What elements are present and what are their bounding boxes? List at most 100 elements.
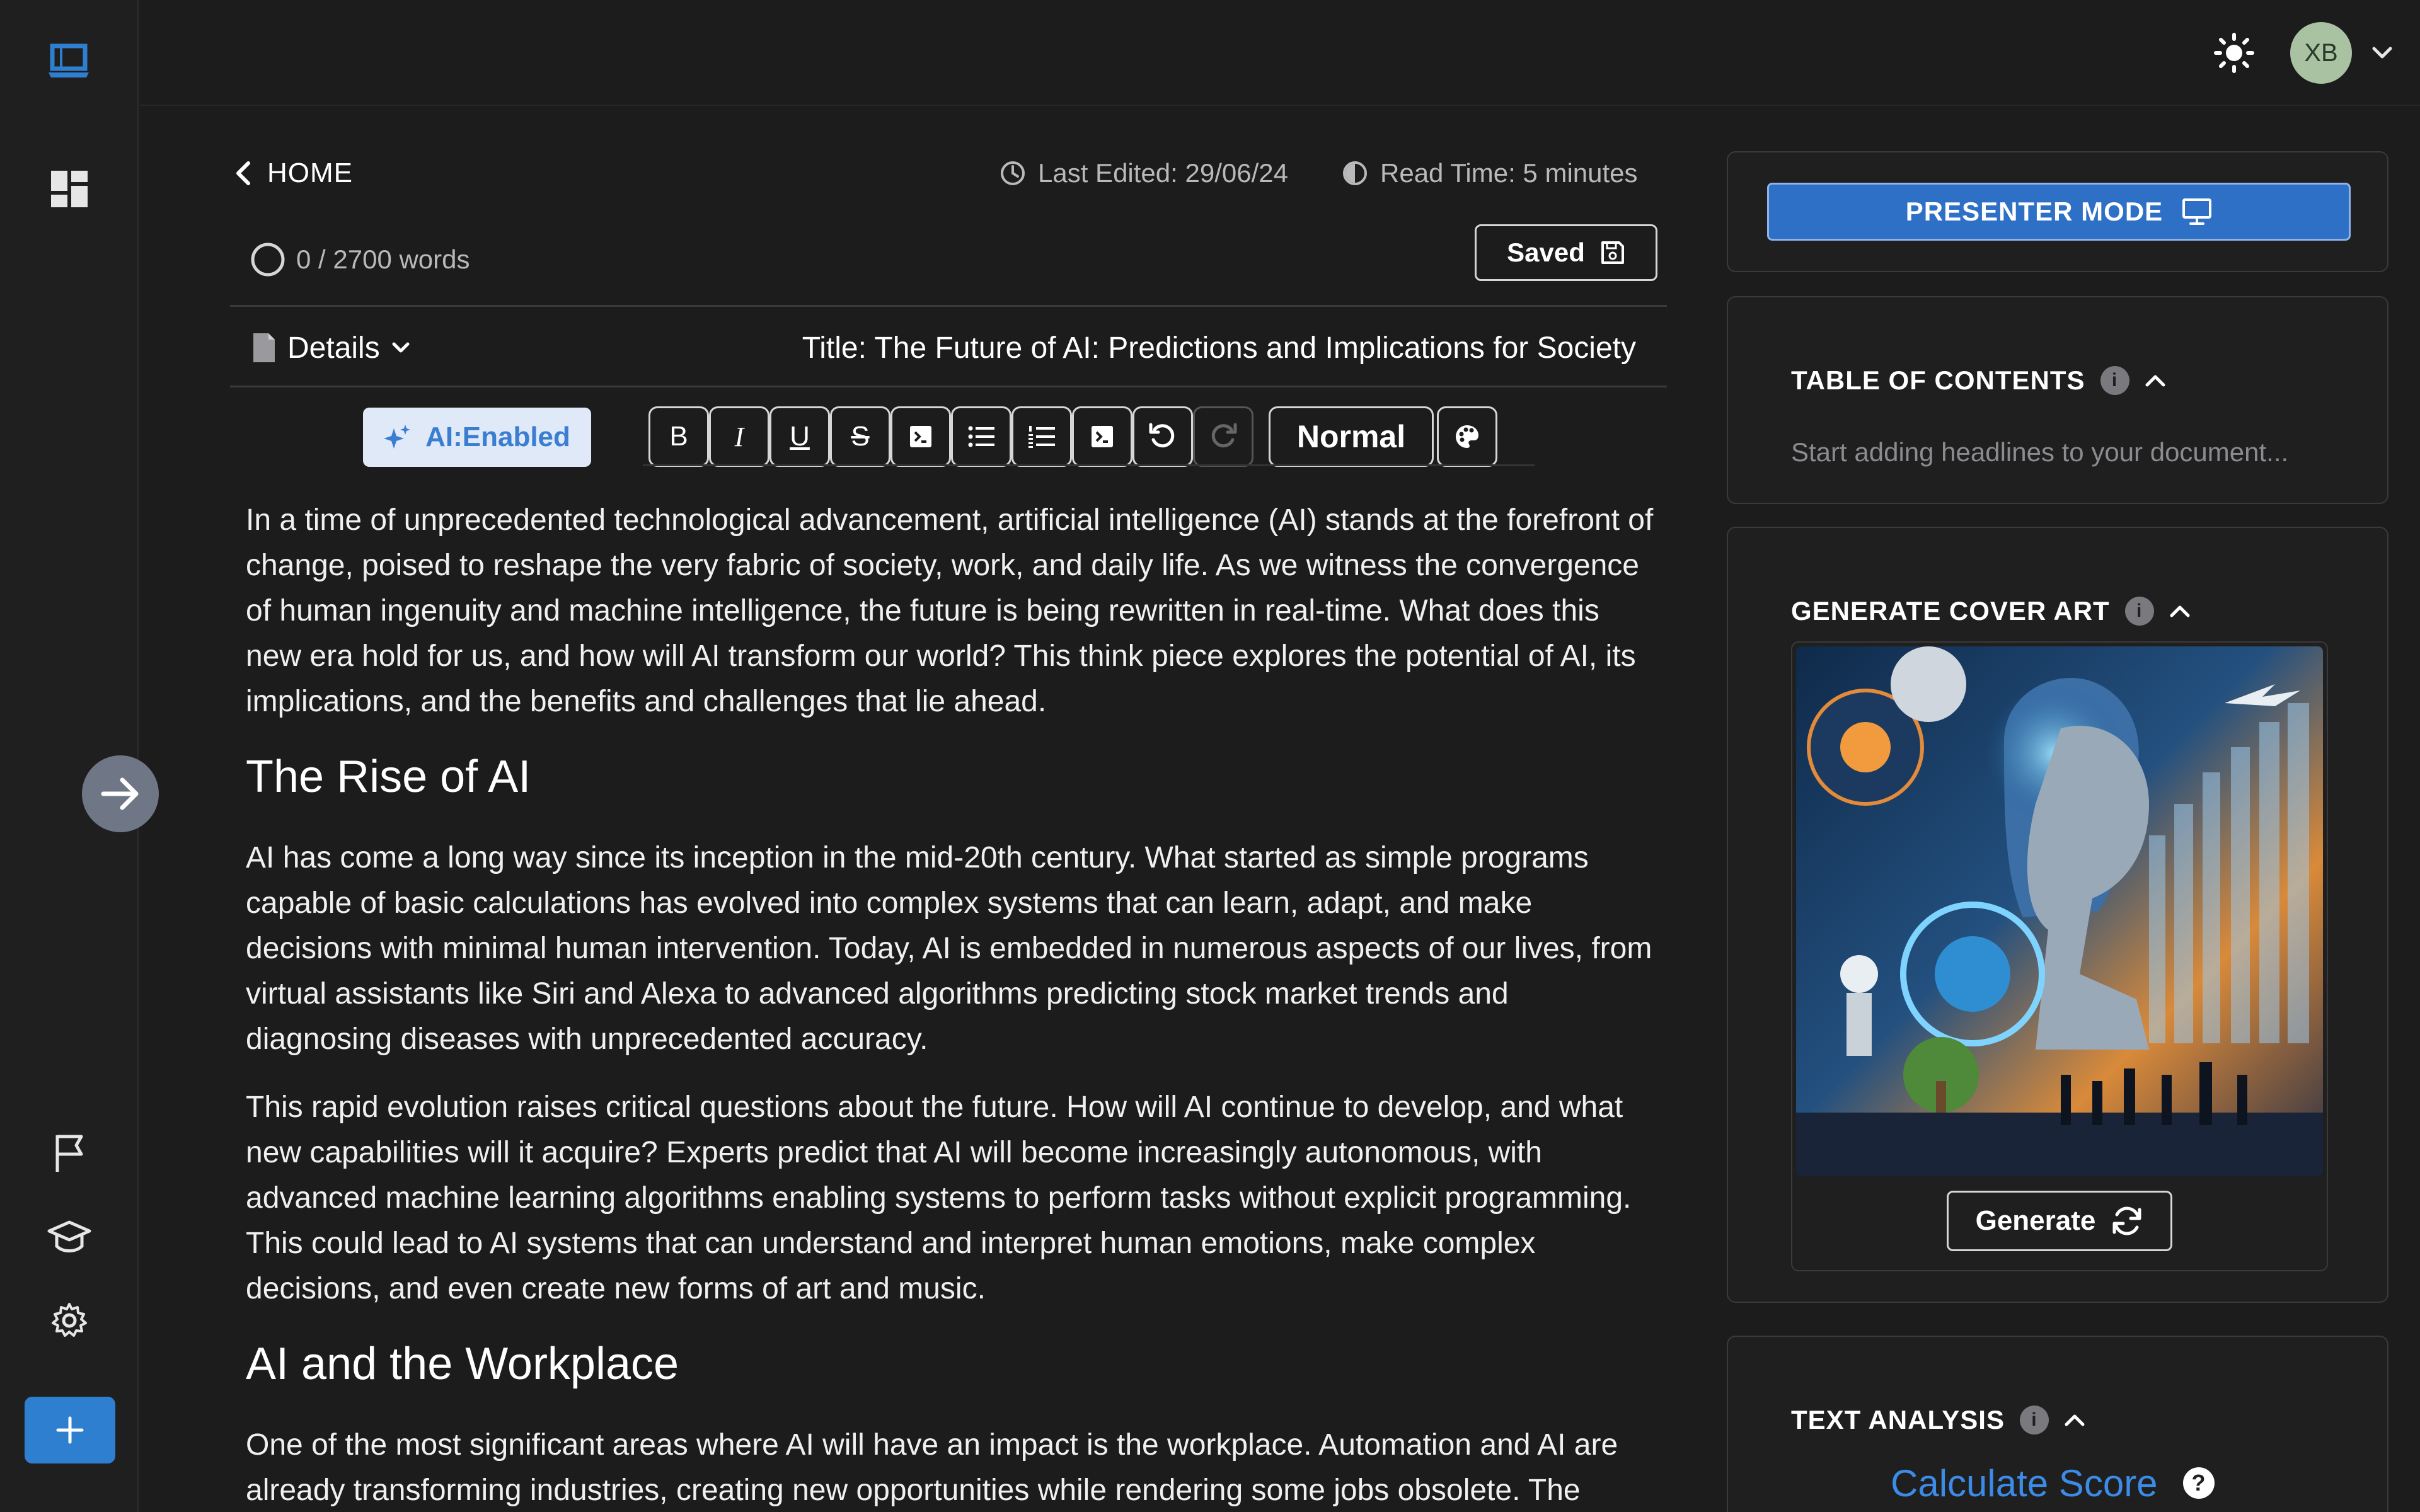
editor-content[interactable]: In a time of unprecedented technological… (246, 498, 1657, 1512)
sparkles-icon (384, 425, 411, 449)
paragraph[interactable]: This rapid evolution raises critical que… (246, 1085, 1657, 1312)
ai-label: AI:Enabled (425, 421, 570, 452)
code-block-button[interactable] (1072, 406, 1132, 467)
palette-icon (1456, 425, 1478, 448)
graduation-cap-icon[interactable] (38, 1206, 101, 1269)
bullet-list-button[interactable] (951, 406, 1011, 467)
calculate-score: Calculate Score ? (1891, 1458, 2215, 1508)
info-icon[interactable]: i (2019, 1406, 2049, 1435)
theme-toggle-button[interactable] (2209, 21, 2259, 84)
expand-sidebar-button[interactable] (82, 755, 159, 832)
paragraph[interactable]: One of the most significant areas where … (246, 1423, 1657, 1512)
text-analysis-header[interactable]: TEXT ANALYSIS i (1791, 1401, 2085, 1439)
redo-icon (1211, 423, 1237, 448)
presenter-mode-button[interactable]: PRESENTER MODE (1767, 183, 2351, 241)
cover-art-panel: GENERATE COVER ART i Generate (1727, 527, 2388, 1303)
back-home-link[interactable]: HOME (233, 154, 353, 192)
new-document-button[interactable] (25, 1397, 115, 1463)
heading[interactable]: AI and the Workplace (246, 1337, 1657, 1391)
numbered-list-button[interactable] (1011, 406, 1072, 467)
calculate-score-link[interactable]: Calculate Score (1891, 1462, 2158, 1505)
floppy-disk-icon (1601, 241, 1624, 264)
bold-button[interactable]: B (648, 406, 709, 467)
chevron-up-icon[interactable] (2169, 604, 2191, 618)
table-of-contents-panel: TABLE OF CONTENTS i Start adding headlin… (1727, 296, 2388, 504)
chevron-up-icon[interactable] (2064, 1413, 2085, 1427)
clock-icon (1001, 161, 1025, 185)
cover-art-frame: Generate (1791, 641, 2328, 1271)
monitor-icon (2182, 198, 2212, 225)
presenter-panel: PRESENTER MODE (1727, 151, 2388, 272)
sun-icon (2214, 33, 2254, 73)
document-icon (253, 333, 275, 362)
plus-icon (56, 1416, 84, 1444)
strike-glyph: S (851, 421, 870, 452)
settings-gear-icon[interactable] (38, 1289, 101, 1352)
cover-art-image[interactable] (1796, 646, 2323, 1176)
details-dropdown[interactable]: Details (252, 328, 410, 368)
presenter-label: PRESENTER MODE (1905, 197, 2164, 226)
bullet-list-icon (968, 426, 994, 447)
format-toolbar: B I U S (648, 406, 1253, 467)
ai-toggle-button[interactable]: AI:Enabled (363, 408, 591, 467)
info-icon[interactable]: i (2100, 366, 2129, 395)
info-icon[interactable]: i (2124, 597, 2154, 626)
refresh-icon (2112, 1206, 2141, 1235)
toc-header[interactable]: TABLE OF CONTENTS i (1791, 362, 2166, 399)
chevron-down-icon (392, 342, 410, 353)
last-edited: Last Edited: 29/06/24 (999, 154, 1288, 192)
word-count: 0 / 2700 words (250, 239, 470, 280)
text-style-select[interactable]: Normal (1269, 406, 1434, 467)
half-circle-icon (1343, 161, 1367, 185)
flag-icon[interactable] (38, 1121, 101, 1184)
undo-button[interactable] (1132, 406, 1193, 467)
paragraph[interactable]: AI has come a long way since its incepti… (246, 835, 1657, 1062)
italic-button[interactable]: I (709, 406, 769, 467)
undo-icon (1149, 423, 1175, 448)
generate-label: Generate (1975, 1205, 2096, 1236)
progress-ring-icon (251, 243, 285, 277)
text-analysis-title: TEXT ANALYSIS (1791, 1405, 2005, 1435)
arrow-right-icon (101, 777, 139, 810)
numbered-list-icon (1028, 426, 1055, 448)
paragraph[interactable]: In a time of unprecedented technological… (246, 498, 1657, 724)
top-bar (140, 0, 2420, 106)
document-title[interactable]: Title: The Future of AI: Predictions and… (802, 328, 1636, 368)
text-analysis-panel: TEXT ANALYSIS i Calculate Score ? (1727, 1336, 2388, 1512)
generate-button[interactable]: Generate (1947, 1191, 2172, 1251)
last-edited-text: Last Edited: 29/06/24 (1038, 158, 1288, 188)
text-style-value: Normal (1296, 419, 1406, 454)
cover-art-title: GENERATE COVER ART (1791, 596, 2110, 626)
underline-glyph: U (790, 421, 810, 452)
saved-label: Saved (1507, 238, 1585, 267)
chevron-up-icon[interactable] (2145, 374, 2166, 387)
code-block-icon (1092, 426, 1113, 447)
redo-button[interactable] (1193, 406, 1253, 467)
toc-title: TABLE OF CONTENTS (1791, 365, 2085, 395)
user-avatar[interactable]: XB (2290, 22, 2352, 84)
toc-placeholder: Start adding headlines to your document.… (1791, 437, 2289, 467)
extra-toolbar (1437, 406, 1497, 467)
heading[interactable]: The Rise of AI (246, 750, 1657, 804)
strikethrough-button[interactable]: S (830, 406, 890, 467)
italic-glyph: I (734, 421, 744, 452)
saved-button[interactable]: Saved (1475, 224, 1657, 281)
app-logo-icon[interactable] (38, 30, 101, 93)
chevron-down-icon[interactable] (2366, 39, 2398, 67)
help-icon[interactable]: ? (2182, 1467, 2215, 1499)
read-time-text: Read Time: 5 minutes (1380, 158, 1638, 188)
underline-button[interactable]: U (769, 406, 830, 467)
read-time: Read Time: 5 minutes (1341, 154, 1638, 192)
back-home-label: HOME (267, 158, 353, 188)
chevron-left-icon (236, 161, 250, 185)
dashboard-icon[interactable] (38, 158, 101, 220)
details-label: Details (287, 331, 380, 365)
toolbar-underline (643, 464, 1535, 466)
divider (230, 386, 1667, 387)
terminal-icon (910, 426, 931, 447)
code-button[interactable] (890, 406, 951, 467)
word-count-text: 0 / 2700 words (296, 244, 470, 274)
bold-glyph: B (669, 421, 688, 452)
cover-art-header[interactable]: GENERATE COVER ART i (1791, 592, 2191, 630)
color-palette-button[interactable] (1437, 406, 1497, 467)
